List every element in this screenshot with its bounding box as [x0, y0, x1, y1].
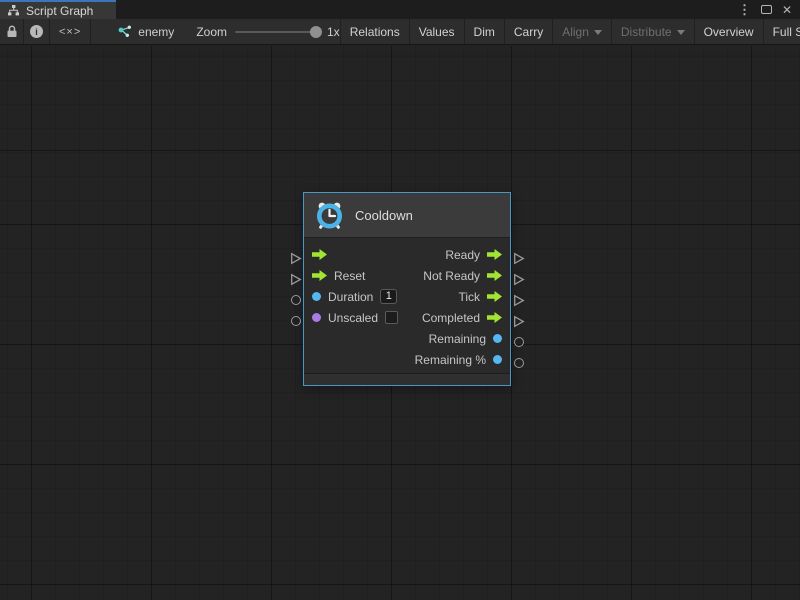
- cooldown-node-header[interactable]: Cooldown: [304, 193, 510, 238]
- flow-output-port-ready[interactable]: [487, 249, 502, 260]
- window-controls: ⋮ ✕: [738, 0, 800, 19]
- lock-button[interactable]: [0, 19, 24, 44]
- connector-triangle[interactable]: [513, 294, 525, 307]
- graph-breadcrumb[interactable]: enemy: [117, 19, 174, 44]
- port-row: Duration 1 Tick: [304, 286, 510, 307]
- zoom-slider[interactable]: [235, 31, 319, 33]
- script-graph-icon: [7, 5, 20, 16]
- more-menu-icon[interactable]: ⋮: [738, 3, 751, 16]
- connector-triangle[interactable]: [290, 252, 302, 265]
- cooldown-node[interactable]: Cooldown Ready: [303, 192, 511, 386]
- toolbar-right-buttons: Relations Values Dim Carry Align Distrib…: [340, 19, 800, 44]
- overview-button[interactable]: Overview: [695, 19, 764, 44]
- distribute-label: Distribute: [621, 25, 672, 39]
- dim-label: Dim: [474, 25, 495, 39]
- connector-triangle[interactable]: [290, 273, 302, 286]
- alarm-clock-icon: [314, 200, 345, 231]
- flow-output-port-tick[interactable]: [487, 291, 502, 302]
- close-icon[interactable]: ✕: [782, 4, 792, 16]
- duration-input[interactable]: 1: [380, 289, 397, 304]
- script-graph-window: Script Graph ⋮ ✕ i <×>: [0, 0, 800, 600]
- port-row: Unscaled Completed: [304, 307, 510, 328]
- value-input-port-unscaled[interactable]: [312, 313, 321, 322]
- connector-triangle[interactable]: [513, 273, 525, 286]
- value-output-port-remaining[interactable]: [493, 334, 502, 343]
- value-output-port-remaining-percent[interactable]: [493, 355, 502, 364]
- carry-label: Carry: [514, 25, 543, 39]
- port-label: Remaining: [429, 332, 486, 346]
- node-title: Cooldown: [355, 208, 413, 223]
- maximize-icon[interactable]: [761, 5, 772, 14]
- code-toggle-icon: <×>: [59, 26, 81, 38]
- dim-button[interactable]: Dim: [465, 19, 505, 44]
- fullscreen-label: Full Screen: [773, 25, 800, 39]
- port-label: Not Ready: [423, 269, 480, 283]
- info-button[interactable]: i: [24, 19, 50, 44]
- port-row: Ready: [304, 244, 510, 265]
- port-row: Reset Not Ready: [304, 265, 510, 286]
- overview-label: Overview: [704, 25, 754, 39]
- zoom-label: Zoom: [196, 25, 227, 39]
- port-label: Remaining %: [415, 353, 486, 367]
- zoom-value-label: 1x: [327, 25, 340, 39]
- connector-circle[interactable]: [514, 337, 524, 347]
- values-label: Values: [419, 25, 455, 39]
- relations-button[interactable]: Relations: [340, 19, 410, 44]
- cooldown-node-body: Ready Reset Not Ready: [304, 238, 510, 373]
- tab-bar: Script Graph ⋮ ✕: [0, 0, 800, 19]
- lock-icon: [6, 25, 18, 38]
- align-dropdown[interactable]: Align: [553, 19, 612, 44]
- graph-breadcrumb-icon: [117, 25, 132, 38]
- flow-output-port-completed[interactable]: [487, 312, 502, 323]
- carry-button[interactable]: Carry: [505, 19, 553, 44]
- connector-circle[interactable]: [291, 316, 301, 326]
- port-label: Unscaled: [328, 311, 378, 325]
- port-label: Duration: [328, 290, 373, 304]
- flow-output-port-not-ready[interactable]: [487, 270, 502, 281]
- unscaled-checkbox[interactable]: [385, 311, 398, 324]
- connector-triangle[interactable]: [513, 252, 525, 265]
- graph-canvas[interactable]: Cooldown Ready: [0, 46, 800, 600]
- connector-circle[interactable]: [514, 358, 524, 368]
- zoom-slider-handle[interactable]: [310, 26, 322, 38]
- graph-toolbar: i <×> enemy Zoom 1x: [0, 19, 800, 45]
- tab-script-graph[interactable]: Script Graph: [0, 0, 116, 19]
- relations-label: Relations: [350, 25, 400, 39]
- port-row: Remaining %: [304, 349, 510, 370]
- connector-triangle[interactable]: [513, 315, 525, 328]
- connector-circle[interactable]: [291, 295, 301, 305]
- cooldown-node-footer: [304, 373, 510, 385]
- align-label: Align: [562, 25, 589, 39]
- flow-input-port[interactable]: [312, 249, 327, 260]
- code-toggle-button[interactable]: <×>: [50, 19, 91, 44]
- port-label: Ready: [445, 248, 480, 262]
- values-button[interactable]: Values: [410, 19, 465, 44]
- info-icon: i: [30, 25, 43, 38]
- value-input-port-duration[interactable]: [312, 292, 321, 301]
- graph-name-label: enemy: [138, 25, 174, 39]
- chevron-down-icon: [594, 30, 602, 35]
- port-row: Remaining: [304, 328, 510, 349]
- zoom-control: Zoom 1x: [196, 19, 339, 44]
- port-label: Reset: [334, 269, 365, 283]
- fullscreen-button[interactable]: Full Screen: [764, 19, 800, 44]
- port-label: Completed: [422, 311, 480, 325]
- distribute-dropdown[interactable]: Distribute: [612, 19, 695, 44]
- flow-input-port-reset[interactable]: [312, 270, 327, 281]
- tab-title: Script Graph: [26, 4, 93, 18]
- chevron-down-icon: [677, 30, 685, 35]
- port-label: Tick: [458, 290, 480, 304]
